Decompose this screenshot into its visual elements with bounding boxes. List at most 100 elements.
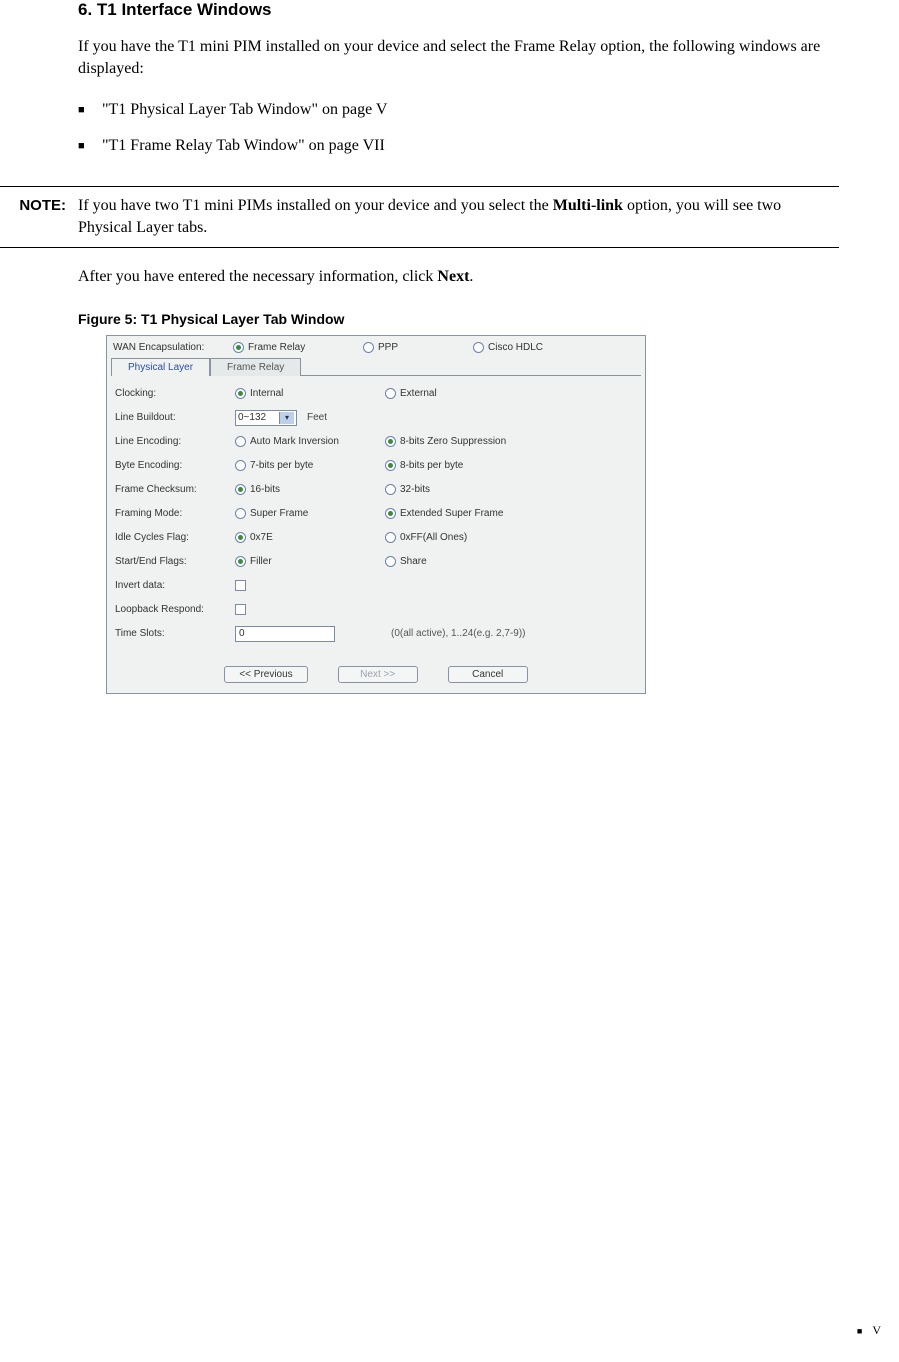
cancel-button[interactable]: Cancel: [448, 666, 528, 683]
square-icon: ■: [857, 1326, 862, 1336]
radio-icon: [385, 532, 396, 543]
note-bold: Multi-link: [553, 197, 623, 214]
wan-opt-ppp[interactable]: PPP: [363, 342, 473, 353]
opt-label: Extended Super Frame: [400, 508, 503, 519]
section-heading: 6. T1 Interface Windows: [78, 0, 869, 20]
frame-checksum-label: Frame Checksum:: [115, 484, 235, 495]
byte-encoding-8[interactable]: 8-bits per byte: [385, 460, 637, 471]
figure-caption: Figure 5: T1 Physical Layer Tab Window: [78, 311, 869, 327]
radio-icon: [385, 436, 396, 447]
page-number: V: [872, 1323, 881, 1338]
chevron-down-icon: ▾: [279, 412, 294, 424]
tab-body: Clocking: Internal External Line Buildou…: [111, 375, 641, 650]
opt-label: Filler: [250, 556, 272, 567]
radio-icon: [385, 460, 396, 471]
radio-icon: [473, 342, 484, 353]
wan-opt-frame-relay[interactable]: Frame Relay: [233, 342, 363, 353]
note-label: NOTE:: [0, 195, 78, 240]
line-buildout-select[interactable]: 0~132 ▾: [235, 410, 297, 426]
opt-label: 0xFF(All Ones): [400, 532, 467, 543]
intro-paragraph: If you have the T1 mini PIM installed on…: [78, 36, 869, 81]
radio-icon: [385, 508, 396, 519]
opt-label: 7-bits per byte: [250, 460, 313, 471]
loopback-respond-label: Loopback Respond:: [115, 604, 235, 615]
opt-label: 32-bits: [400, 484, 430, 495]
after-pre: After you have entered the necessary inf…: [78, 268, 437, 285]
clocking-internal[interactable]: Internal: [235, 388, 385, 399]
start-end-flags-label: Start/End Flags:: [115, 556, 235, 567]
radio-icon: [235, 508, 246, 519]
byte-encoding-label: Byte Encoding:: [115, 460, 235, 471]
framing-mode-label: Framing Mode:: [115, 508, 235, 519]
bullet-text: "T1 Physical Layer Tab Window" on page V: [102, 99, 869, 121]
after-bold: Next: [437, 268, 469, 285]
byte-encoding-7[interactable]: 7-bits per byte: [235, 460, 385, 471]
opt-label: 16-bits: [250, 484, 280, 495]
time-slots-input[interactable]: 0: [235, 626, 335, 642]
bullet-marker: ■: [78, 135, 102, 157]
idle-cycles-label: Idle Cycles Flag:: [115, 532, 235, 543]
select-value: 0~132: [238, 412, 266, 423]
radio-icon: [235, 460, 246, 471]
opt-label: Super Frame: [250, 508, 308, 519]
clocking-external[interactable]: External: [385, 388, 637, 399]
framing-mode-esf[interactable]: Extended Super Frame: [385, 508, 637, 519]
line-encoding-b8zs[interactable]: 8-bits Zero Suppression: [385, 436, 637, 447]
radio-icon: [235, 484, 246, 495]
opt-label: Auto Mark Inversion: [250, 436, 339, 447]
wan-encapsulation-label: WAN Encapsulation:: [113, 342, 233, 353]
line-encoding-ami[interactable]: Auto Mark Inversion: [235, 436, 385, 447]
ui-panel: WAN Encapsulation: Frame Relay PPP Cisco…: [106, 335, 646, 694]
previous-button[interactable]: << Previous: [224, 666, 307, 683]
next-button[interactable]: Next >>: [338, 666, 418, 683]
wan-opt-label: Frame Relay: [248, 342, 305, 353]
wan-opt-cisco-hdlc[interactable]: Cisco HDLC: [473, 342, 543, 353]
radio-icon: [233, 342, 244, 353]
note-pre: If you have two T1 mini PIMs installed o…: [78, 197, 553, 214]
idle-cycles-ff[interactable]: 0xFF(All Ones): [385, 532, 637, 543]
opt-label: Share: [400, 556, 427, 567]
invert-data-checkbox[interactable]: [235, 580, 246, 591]
note-text: If you have two T1 mini PIMs installed o…: [78, 195, 839, 240]
radio-icon: [363, 342, 374, 353]
wan-opt-label: PPP: [378, 342, 398, 353]
time-slots-label: Time Slots:: [115, 628, 235, 639]
radio-icon: [385, 484, 396, 495]
bullet-item: ■ "T1 Frame Relay Tab Window" on page VI…: [78, 135, 869, 157]
opt-label: 8-bits per byte: [400, 460, 463, 471]
opt-label: 0x7E: [250, 532, 273, 543]
start-end-share[interactable]: Share: [385, 556, 637, 567]
bullet-text: "T1 Frame Relay Tab Window" on page VII: [102, 135, 869, 157]
bullet-marker: ■: [78, 99, 102, 121]
wan-opt-label: Cisco HDLC: [488, 342, 543, 353]
clocking-label: Clocking:: [115, 388, 235, 399]
radio-icon: [385, 388, 396, 399]
bullet-item: ■ "T1 Physical Layer Tab Window" on page…: [78, 99, 869, 121]
tab-frame-relay[interactable]: Frame Relay: [210, 358, 301, 376]
time-slots-hint: (0(all active), 1..24(e.g. 2,7-9)): [391, 628, 526, 639]
opt-label: External: [400, 388, 437, 399]
frame-checksum-16[interactable]: 16-bits: [235, 484, 385, 495]
invert-data-label: Invert data:: [115, 580, 235, 591]
opt-label: 8-bits Zero Suppression: [400, 436, 506, 447]
line-buildout-label: Line Buildout:: [115, 412, 235, 423]
start-end-filler[interactable]: Filler: [235, 556, 385, 567]
divider: [0, 247, 839, 248]
page-footer: ■ V: [857, 1323, 881, 1338]
after-post: .: [469, 268, 473, 285]
opt-label: Internal: [250, 388, 283, 399]
line-encoding-label: Line Encoding:: [115, 436, 235, 447]
framing-mode-sf[interactable]: Super Frame: [235, 508, 385, 519]
idle-cycles-7e[interactable]: 0x7E: [235, 532, 385, 543]
radio-icon: [385, 556, 396, 567]
tab-physical-layer[interactable]: Physical Layer: [111, 358, 210, 376]
loopback-respond-checkbox[interactable]: [235, 604, 246, 615]
radio-icon: [235, 532, 246, 543]
unit-label: Feet: [307, 412, 327, 423]
radio-icon: [235, 388, 246, 399]
radio-icon: [235, 436, 246, 447]
frame-checksum-32[interactable]: 32-bits: [385, 484, 637, 495]
after-note-paragraph: After you have entered the necessary inf…: [78, 266, 869, 288]
radio-icon: [235, 556, 246, 567]
note-block: NOTE: If you have two T1 mini PIMs insta…: [0, 186, 869, 249]
